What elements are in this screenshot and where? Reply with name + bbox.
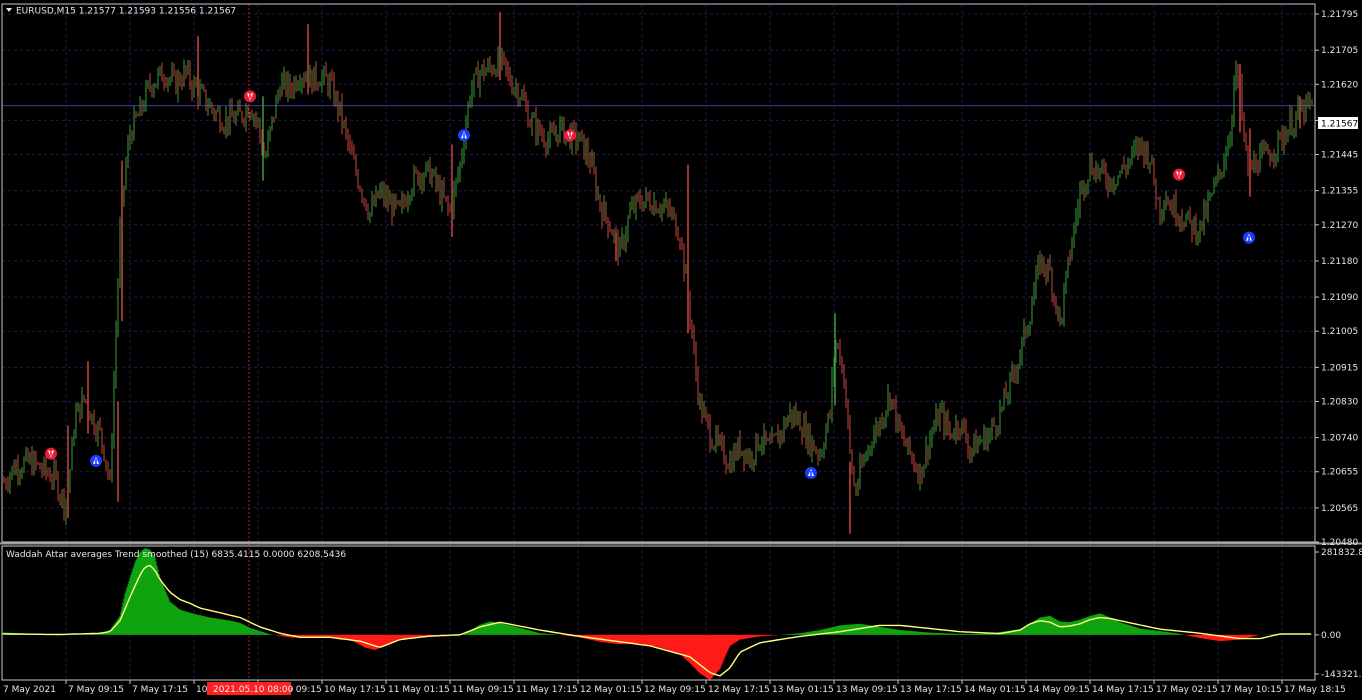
buy-signal-arrow-icon[interactable]	[805, 466, 817, 479]
chart-title: EURUSD,M15 1.21577 1.21593 1.21556 1.215…	[16, 7, 236, 17]
time-tick-label: 7 May 17:15	[132, 685, 188, 695]
price-axis: 1.217951.217051.216201.215301.214451.213…	[1315, 10, 1358, 548]
trading-chart[interactable]: 1.217951.217051.216201.215301.214451.213…	[0, 0, 1362, 700]
price-tick-label: 1.21705	[1321, 46, 1358, 56]
indicator-window-frame[interactable]	[1, 545, 1316, 681]
price-tick-label: 1.20565	[1321, 504, 1358, 514]
time-tick-label: 12 May 17:15	[708, 685, 770, 695]
price-tick-label: 1.20740	[1321, 434, 1358, 444]
time-tick-label: 13 May 17:15	[900, 685, 962, 695]
time-tick-label: 10 May 17:15	[324, 685, 386, 695]
price-tick-label: 1.20655	[1321, 468, 1358, 478]
price-tick-label: 1.21270	[1321, 221, 1358, 231]
price-tick-label: 1.20480	[1321, 538, 1358, 548]
price-tick-label: 1.21795	[1321, 10, 1358, 20]
price-tick-label: 1.20830	[1321, 397, 1358, 407]
indicator-tick-label: 0.00	[1321, 631, 1341, 641]
time-tick-label: 14 May 01:15	[964, 685, 1026, 695]
time-tick-label: 11 May 09:15	[452, 685, 514, 695]
buy-signal-arrow-icon[interactable]	[90, 454, 102, 467]
time-tick-label: 12 May 09:15	[644, 685, 706, 695]
time-axis: 7 May 2021 7 May 09:15 7 May 17:15 10 10 May…	[3, 680, 1346, 695]
selected-time-tag: 2021.05.10 08:00	[213, 685, 294, 695]
time-tick-label: 17 May 02:15	[1156, 685, 1218, 695]
time-tick-label: 7 May 2021	[3, 685, 56, 695]
indicator-tick-label: 281832.85	[1321, 548, 1362, 558]
time-tick-label: 14 May 09:15	[1028, 685, 1090, 695]
sell-signal-arrow-icon[interactable]	[564, 129, 576, 142]
price-series	[3, 12, 1313, 534]
indicator-tick-label: -143321.90	[1321, 670, 1362, 680]
buy-signal-arrow-icon[interactable]	[1243, 231, 1255, 244]
indicator-histogram	[2, 548, 1312, 680]
current-price-tag: 1.21567	[1321, 120, 1358, 130]
signal-arrows	[45, 90, 1255, 479]
sell-signal-arrow-icon[interactable]	[244, 90, 256, 103]
sell-signal-arrow-icon[interactable]	[45, 447, 57, 460]
buy-signal-arrow-icon[interactable]	[458, 129, 470, 142]
price-tick-label: 1.21355	[1321, 187, 1358, 197]
time-tick-label: 14 May 17:15	[1092, 685, 1154, 695]
indicator-title: Waddah Attar averages Trend smoothed (15…	[6, 550, 346, 560]
time-tick-label: 17 May 10:15	[1220, 685, 1282, 695]
time-tick-label: 12 May 01:15	[580, 685, 642, 695]
symbol-menu-triangle-icon[interactable]	[6, 8, 12, 12]
time-tick-label: 11 May 01:15	[388, 685, 450, 695]
price-tick-label: 1.21180	[1321, 257, 1358, 267]
time-tick-label: 7 May 09:15	[68, 685, 124, 695]
indicator-axis: 281832.85 0.00 -143321.90	[1315, 548, 1362, 680]
time-tick-label: 11 May 17:15	[516, 685, 578, 695]
price-tick-label: 1.21620	[1321, 80, 1358, 90]
price-tick-label: 1.21005	[1321, 327, 1358, 337]
price-tick-label: 1.21090	[1321, 293, 1358, 303]
time-tick-label: 17 May 18:15	[1284, 685, 1346, 695]
sell-signal-arrow-icon[interactable]	[1173, 168, 1185, 181]
price-tick-label: 1.20915	[1321, 363, 1358, 373]
time-tick-label: 10	[196, 685, 208, 695]
price-tick-label: 1.21445	[1321, 151, 1358, 161]
time-tick-label: 13 May 09:15	[836, 685, 898, 695]
time-tick-label: 13 May 01:15	[772, 685, 834, 695]
